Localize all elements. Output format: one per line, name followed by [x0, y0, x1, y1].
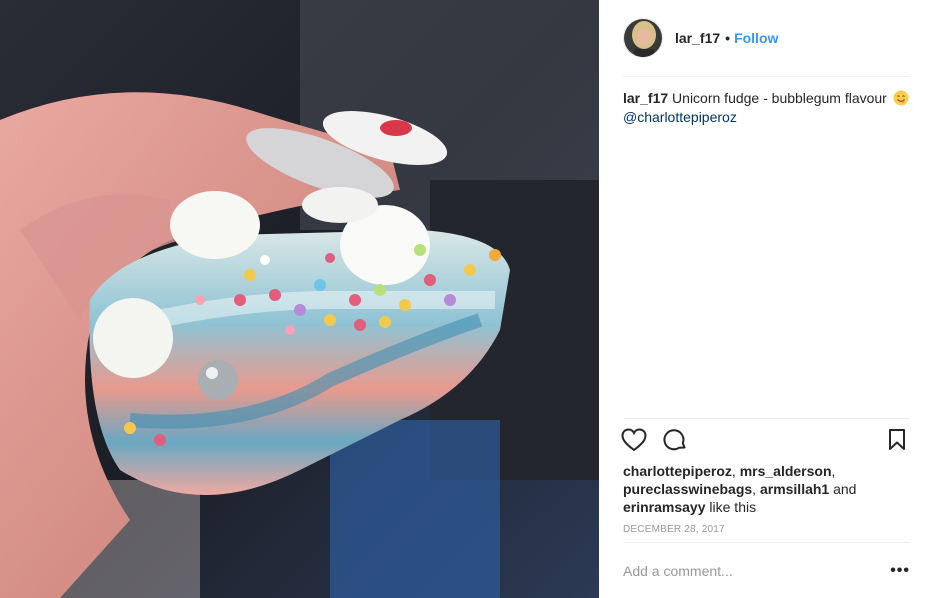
liker-username[interactable]: erinramsayy	[623, 499, 706, 515]
post-header: lar_f17 • Follow	[623, 17, 910, 59]
avatar-icon	[624, 19, 662, 57]
likes-summary: charlottepiperoz, mrs_alderson, pureclas…	[623, 462, 913, 516]
yum-face-emoji-icon	[893, 90, 909, 106]
heart-icon[interactable]	[621, 428, 647, 457]
caption-text: Unicorn fudge - bubblegum flavour	[672, 90, 887, 106]
liker-username[interactable]: pureclasswinebags	[623, 481, 752, 497]
liker-username[interactable]: armsillah1	[760, 481, 829, 497]
caption-username[interactable]: lar_f17	[623, 90, 668, 106]
liker-username[interactable]: charlottepiperoz	[623, 463, 732, 479]
likes-separator: ,	[831, 463, 836, 479]
post-photo[interactable]	[0, 0, 599, 598]
post-sidebar: lar_f17 • Follow lar_f17 Unicorn fudge -…	[599, 0, 929, 598]
post-photo-fudge	[0, 0, 599, 598]
post-caption: lar_f17 Unicorn fudge - bubblegum flavou…	[623, 89, 913, 127]
likes-and: and	[829, 481, 857, 497]
comment-form: •••	[623, 561, 910, 581]
more-options-button[interactable]: •••	[890, 562, 910, 580]
likes-separator: ,	[752, 481, 760, 497]
action-bar	[621, 428, 911, 456]
liker-username[interactable]: mrs_alderson	[740, 463, 832, 479]
comment-input[interactable]	[623, 563, 891, 579]
comment-icon[interactable]	[663, 428, 687, 457]
bookmark-icon[interactable]	[887, 428, 907, 457]
actions-divider	[623, 418, 910, 419]
header-separator: •	[725, 30, 731, 46]
avatar[interactable]	[623, 18, 663, 58]
likes-suffix: like this	[705, 499, 757, 515]
likes-separator: ,	[731, 463, 740, 479]
caption-mention-link[interactable]: @charlottepiperoz	[623, 108, 913, 127]
post-timestamp[interactable]: DECEMBER 28, 2017	[623, 524, 725, 535]
comment-divider	[623, 542, 910, 543]
follow-button[interactable]: Follow	[734, 30, 778, 46]
author-username[interactable]: lar_f17	[675, 30, 720, 46]
header-divider	[623, 76, 910, 77]
